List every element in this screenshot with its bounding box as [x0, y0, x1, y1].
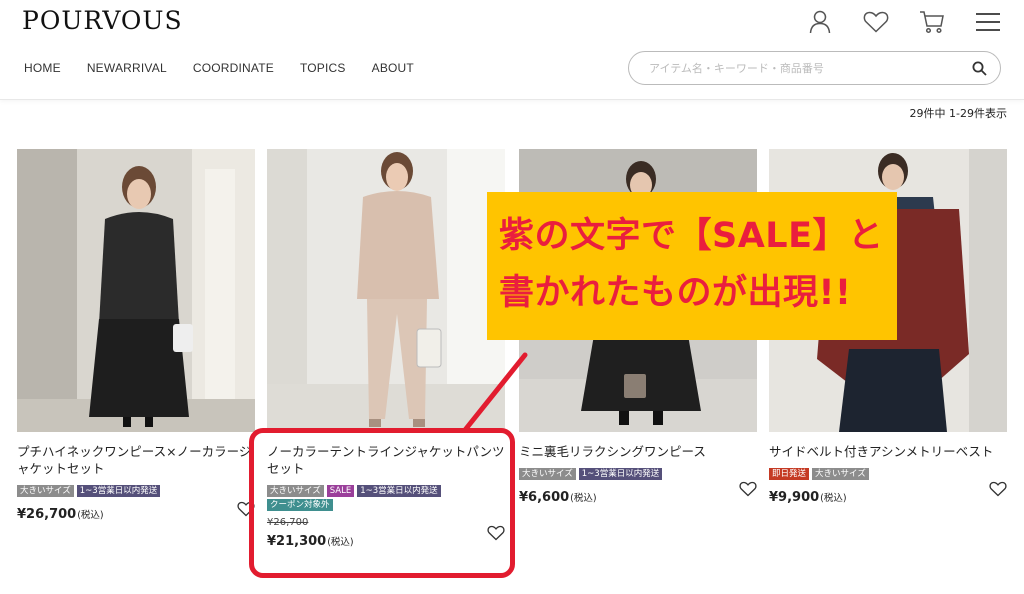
search-bar [628, 51, 1001, 85]
annotation-callout: 紫の文字で【SALE】と 書かれたものが出現!! [487, 192, 897, 340]
user-icon[interactable] [804, 8, 836, 36]
nav-topics[interactable]: TOPICS [300, 61, 346, 75]
price-row: ¥6,600(税込) [519, 481, 757, 510]
badge-same-day-shipping: 即日発送 [769, 468, 810, 480]
badge-shipping: 1~3営業日以内発送 [578, 468, 663, 480]
badge-shipping: 1~3営業日以内発送 [76, 485, 161, 497]
highlight-box [249, 428, 515, 578]
favorite-heart-icon[interactable] [989, 481, 1007, 497]
product-card[interactable]: プチハイネックワンピース×ノーカラージャケットセット 大きいサイズ 1~3営業日… [17, 149, 255, 527]
price: ¥6,600 [519, 490, 570, 505]
main-nav: HOME NEWARRIVAL COORDINATE TOPICS ABOUT [24, 61, 414, 75]
price-row: ¥26,700(税込) [17, 501, 255, 527]
nav-about[interactable]: ABOUT [372, 61, 414, 75]
product-name[interactable]: ミニ裏毛リラクシングワンピース [519, 443, 757, 460]
badge-large-size: 大きいサイズ [812, 468, 869, 480]
product-name[interactable]: プチハイネックワンピース×ノーカラージャケットセット [17, 443, 255, 477]
nav-coordinate[interactable]: COORDINATE [193, 61, 274, 75]
callout-line-2: 書かれたものが出現!! [499, 273, 852, 313]
search-icon[interactable] [970, 59, 988, 77]
nav-newarrival[interactable]: NEWARRIVAL [87, 61, 167, 75]
product-image[interactable] [17, 149, 255, 432]
site-header: POURVOUS HOME NEWARRIVAL COORDINATE TOPI… [0, 0, 1024, 100]
results-count: 29件中 1-29件表示 [909, 107, 1007, 120]
nav-home[interactable]: HOME [24, 61, 61, 75]
badge-large-size: 大きいサイズ [17, 485, 74, 497]
badge-list: 大きいサイズ 1~3営業日以内発送 [17, 485, 255, 497]
callout-line-1: 紫の文字で【SALE】と [499, 216, 884, 256]
cart-icon[interactable] [916, 8, 948, 36]
tax-label: (税込) [77, 510, 104, 521]
tax-label: (税込) [570, 493, 597, 504]
price: ¥26,700 [17, 507, 77, 522]
callout-arrow [462, 352, 528, 433]
menu-icon[interactable] [972, 8, 1004, 36]
badge-large-size: 大きいサイズ [519, 468, 576, 480]
badge-list: 大きいサイズ 1~3営業日以内発送 [519, 468, 757, 480]
price: ¥9,900 [769, 490, 820, 505]
search-input[interactable] [649, 61, 970, 75]
product-name[interactable]: サイドベルト付きアシンメトリーベスト [769, 443, 1007, 460]
badge-list: 即日発送 大きいサイズ [769, 468, 1007, 480]
header-icons [804, 8, 1004, 36]
heart-icon[interactable] [860, 8, 892, 36]
favorite-heart-icon[interactable] [739, 481, 757, 497]
tax-label: (税込) [820, 493, 847, 504]
price-row: ¥9,900(税込) [769, 481, 1007, 510]
site-logo[interactable]: POURVOUS [22, 6, 183, 35]
